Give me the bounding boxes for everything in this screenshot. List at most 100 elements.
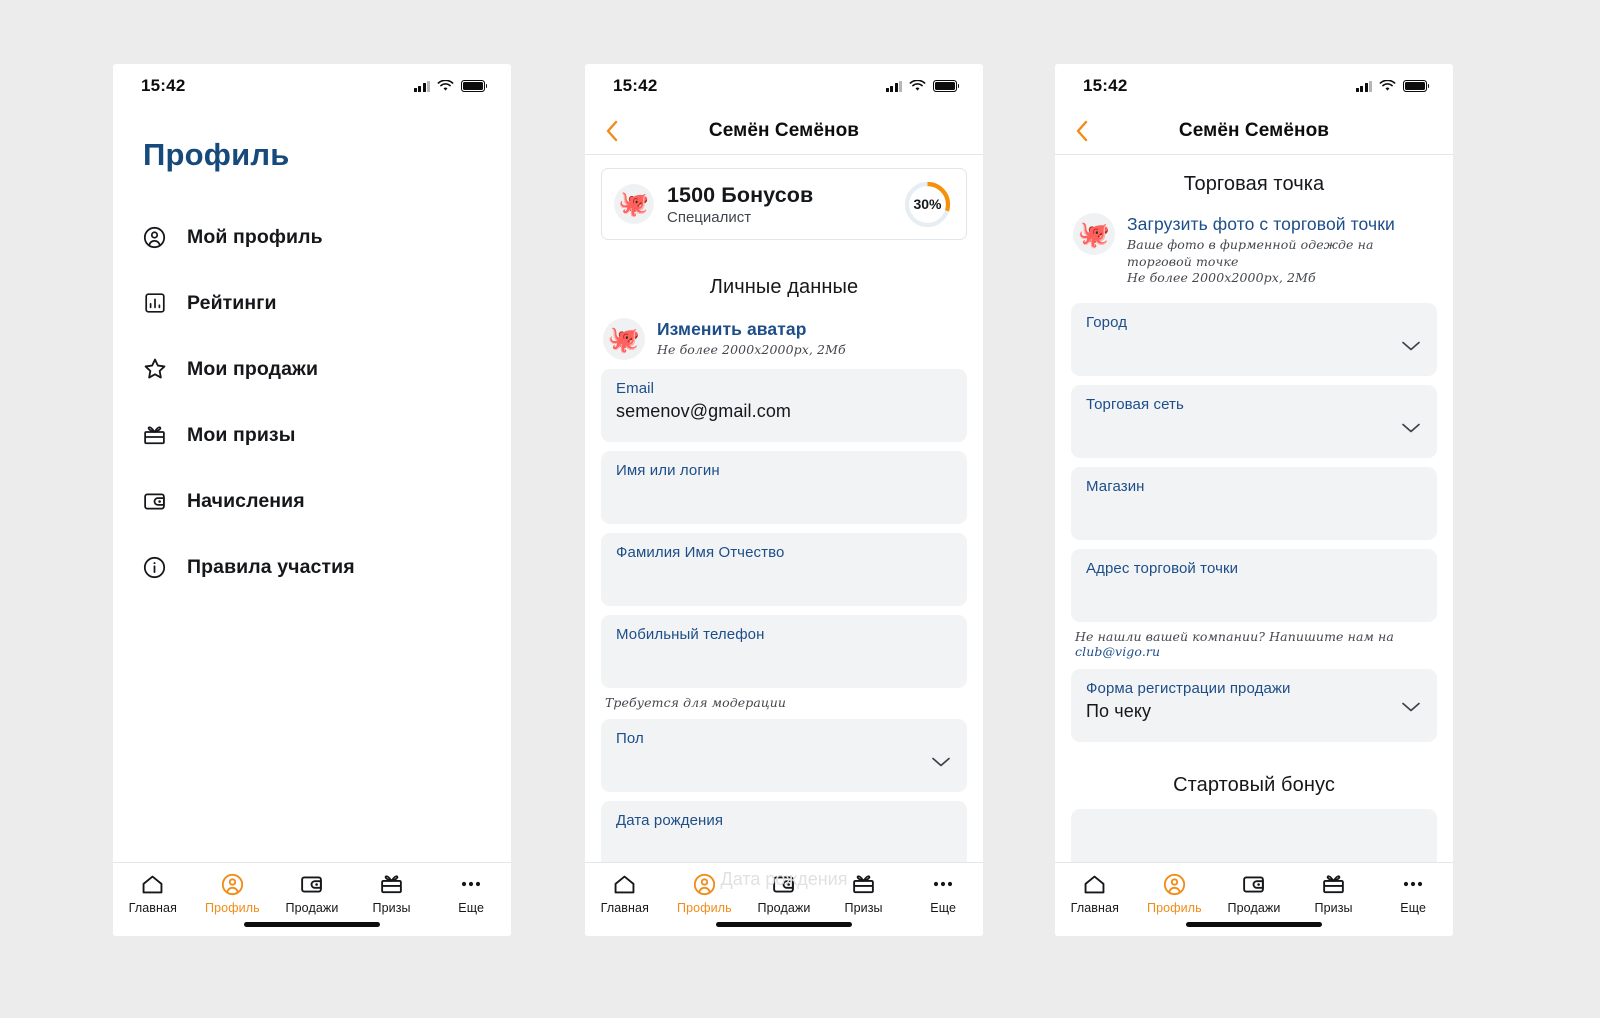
home-indicator — [244, 922, 380, 927]
field-retail-chain[interactable]: Торговая сеть — [1071, 384, 1437, 458]
tab-label: Призы — [372, 901, 411, 915]
tab-prizes[interactable]: Призы — [352, 872, 432, 915]
tab-more[interactable]: Еще — [431, 872, 511, 915]
field-birthdate[interactable]: Дата рождения — [601, 801, 967, 862]
menu-item-rules[interactable]: Правила участия — [141, 534, 483, 600]
screenshot-canvas: 15:42 Профиль Мой профиль Рейтинги Мои п… — [0, 0, 1600, 1018]
ellipsis-icon — [930, 872, 956, 897]
tab-label: Еще — [1400, 901, 1427, 915]
menu-item-my-sales[interactable]: Мои продажи — [141, 336, 483, 402]
tab-more[interactable]: Еще — [903, 872, 983, 915]
support-email-link[interactable]: club@vigo.ru — [1075, 644, 1160, 659]
photo-hint-line2: Не более 2000х2000px, 2Мб — [1127, 270, 1316, 285]
battery-icon — [461, 80, 488, 92]
wallet-icon — [1241, 872, 1266, 897]
field-mobile-phone[interactable]: Мобильный телефон — [601, 615, 967, 688]
bottom-tab-bar: Главная Профиль Продажи Призы Еще — [113, 862, 511, 936]
status-time: 15:42 — [613, 76, 658, 95]
section-title-trade-point: Торговая точка — [1183, 173, 1325, 195]
user-circle-icon — [141, 224, 168, 251]
nav-header: Семён Семёнов — [585, 108, 983, 155]
wifi-icon — [1379, 80, 1396, 91]
field-label: Фамилия Имя Отчество — [616, 544, 785, 561]
tab-profile[interactable]: Профиль — [193, 872, 273, 915]
ellipsis-icon — [458, 872, 484, 897]
tab-home[interactable]: Главная — [585, 872, 665, 915]
field-city[interactable]: Город — [1071, 302, 1437, 376]
gift-icon — [851, 872, 876, 897]
chevron-down-icon — [1401, 339, 1421, 357]
field-label: Дата рождения — [616, 812, 724, 829]
upload-shop-photo-link[interactable]: Загрузить фото с торговой точки — [1127, 214, 1437, 235]
chevron-down-icon — [1401, 700, 1421, 718]
tab-profile[interactable]: Профиль — [1135, 872, 1215, 915]
tab-label: Призы — [1314, 901, 1353, 915]
field-username[interactable]: Имя или логин — [601, 451, 967, 524]
menu-item-label: Мой профиль — [187, 225, 323, 248]
section-title-starting-bonus: Стартовый бонус — [1173, 773, 1335, 796]
personal-data-scroll[interactable]: 🐙 1500 Бонусов Специалист 30% Личные дан… — [585, 155, 983, 862]
wifi-icon — [909, 80, 926, 91]
field-label: Форма регистрации продажи — [1086, 679, 1291, 697]
tab-home[interactable]: Главная — [1055, 872, 1135, 915]
tab-prizes[interactable]: Призы — [824, 872, 904, 915]
home-icon — [612, 872, 637, 897]
change-avatar-row[interactable]: 🐙 Изменить аватар Не более 2000х2000px, … — [601, 316, 967, 360]
tab-prizes[interactable]: Призы — [1294, 872, 1374, 915]
upload-shop-photo-row[interactable]: 🐙 Загрузить фото с торговой точки Ваше ф… — [1071, 211, 1437, 287]
octopus-avatar: 🐙 — [614, 184, 654, 224]
wifi-icon — [437, 80, 454, 91]
home-indicator — [1186, 922, 1322, 927]
home-indicator — [716, 922, 852, 927]
tab-label: Еще — [458, 901, 485, 915]
photo-hint-line1: Ваше фото в фирменной одежде на торговой… — [1127, 237, 1374, 269]
nav-title: Семён Семёнов — [708, 120, 860, 141]
change-avatar-link[interactable]: Изменить аватар — [657, 319, 846, 340]
field-shop-address[interactable]: Адрес торговой точки — [1071, 548, 1437, 622]
nav-title: Семён Семёнов — [1178, 120, 1330, 141]
battery-icon — [933, 80, 960, 92]
bottom-tab-bar: Главная Профиль Продажи Призы Еще — [1055, 862, 1453, 936]
tab-label: Профиль — [1147, 901, 1202, 915]
home-icon — [140, 872, 165, 897]
bonus-amount: 1500 Бонусов — [667, 182, 814, 207]
field-starting-bonus[interactable] — [1071, 808, 1437, 862]
status-time: 15:42 — [141, 76, 186, 95]
profile-menu-body: Профиль Мой профиль Рейтинги Мои продажи… — [113, 108, 511, 862]
field-shop[interactable]: Магазин — [1071, 466, 1437, 540]
tab-sales[interactable]: Продажи — [744, 872, 824, 915]
menu-item-accruals[interactable]: Начисления — [141, 468, 483, 534]
tab-profile[interactable]: Профиль — [665, 872, 745, 915]
bonus-summary-card[interactable]: 🐙 1500 Бонусов Специалист 30% — [601, 168, 967, 240]
tab-more[interactable]: Еще — [1373, 872, 1453, 915]
menu-item-my-profile[interactable]: Мой профиль — [141, 204, 483, 270]
phone-screen-personal-data: 15:42 Семён Семёнов 🐙 1500 Бонусов Специ… — [585, 64, 983, 936]
bar-chart-icon — [141, 290, 168, 317]
field-label: Торговая сеть — [1086, 395, 1184, 413]
trade-point-scroll[interactable]: Торговая точка 🐙 Загрузить фото с торгов… — [1055, 155, 1453, 862]
progress-label: 30% — [913, 196, 942, 212]
avatar-size-hint: Не более 2000х2000px, 2Мб — [657, 342, 846, 357]
tab-home[interactable]: Главная — [113, 872, 193, 915]
status-bar: 15:42 — [113, 64, 511, 108]
field-fullname[interactable]: Фамилия Имя Отчество — [601, 533, 967, 606]
section-title-personal-data: Личные данные — [709, 276, 859, 298]
info-circle-icon — [141, 554, 168, 581]
tab-label: Профиль — [205, 901, 260, 915]
field-email[interactable]: Email semenov@gmail.com — [601, 369, 967, 442]
bonus-level: Специалист — [667, 208, 752, 226]
menu-item-my-prizes[interactable]: Мои призы — [141, 402, 483, 468]
field-label: Email — [616, 380, 655, 397]
back-button[interactable] — [599, 116, 625, 146]
octopus-avatar: 🐙 — [603, 318, 645, 360]
back-button[interactable] — [1069, 116, 1095, 146]
menu-item-label: Мои призы — [187, 423, 296, 446]
tab-sales[interactable]: Продажи — [272, 872, 352, 915]
tab-label: Продажи — [1227, 901, 1281, 915]
field-gender[interactable]: Пол — [601, 719, 967, 792]
tab-label: Продажи — [285, 901, 339, 915]
field-sale-registration-form[interactable]: Форма регистрации продажи По чеку — [1071, 668, 1437, 742]
menu-item-ratings[interactable]: Рейтинги — [141, 270, 483, 336]
profile-icon — [1162, 872, 1187, 897]
tab-sales[interactable]: Продажи — [1214, 872, 1294, 915]
